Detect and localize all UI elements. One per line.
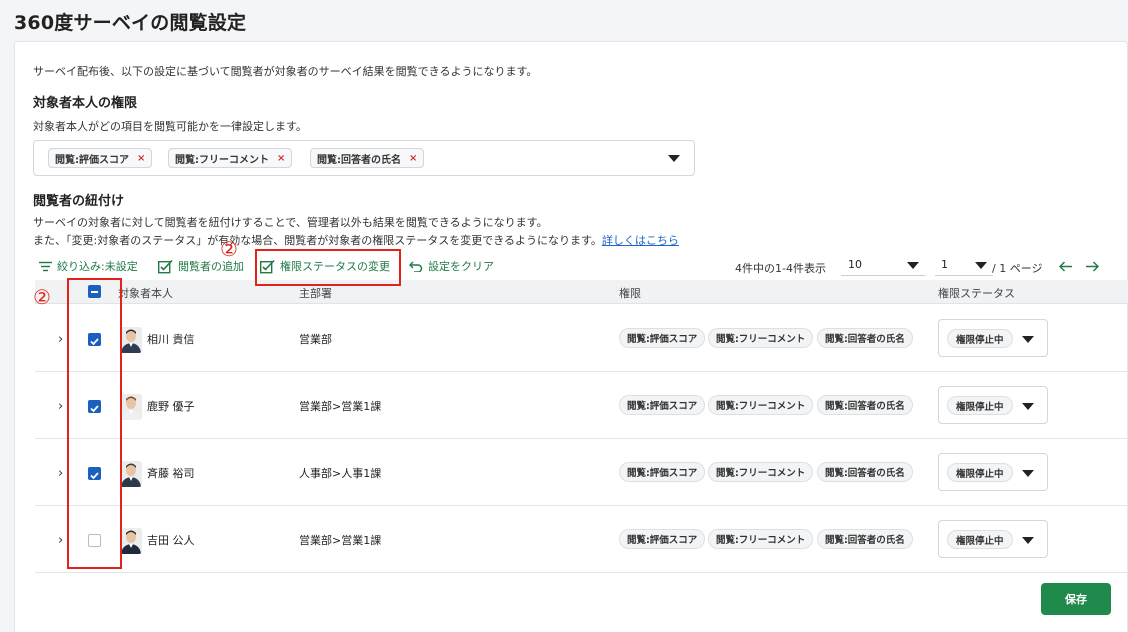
chevron-down-icon[interactable] bbox=[668, 155, 680, 162]
avatar bbox=[120, 394, 142, 420]
permission-badge: 閲覧:評価スコア bbox=[619, 462, 706, 482]
annotation-marker: ② bbox=[33, 285, 51, 309]
clear-settings-button[interactable]: 設定をクリア bbox=[409, 258, 494, 274]
avatar bbox=[120, 528, 142, 554]
table-header: 対象者本人 主部署 権限 権限ステータス bbox=[35, 280, 1128, 304]
subject-dept: 営業部>営業1課 bbox=[299, 400, 382, 413]
permission-badge: 閲覧:回答者の氏名 bbox=[817, 395, 913, 415]
linking-description-1: サーベイの対象者に対して閲覧者を紐付けすることで、管理者以外も結果を閲覧できるよ… bbox=[33, 216, 548, 229]
permission-badge: 閲覧:回答者の氏名 bbox=[817, 529, 913, 549]
page-title: 360度サーベイの閲覧設定 bbox=[14, 12, 247, 34]
filter-icon bbox=[39, 261, 52, 271]
arrow-left-icon[interactable] bbox=[1059, 261, 1073, 272]
highlight-checkboxes bbox=[67, 278, 122, 569]
status-select[interactable]: 権限停止中 bbox=[938, 520, 1048, 558]
remove-chip-icon[interactable]: × bbox=[137, 153, 145, 164]
permission-badge: 閲覧:フリーコメント bbox=[708, 462, 814, 482]
chevron-right-icon[interactable]: › bbox=[58, 332, 63, 347]
permission-chip-respondent: 閲覧:回答者の氏名 × bbox=[310, 148, 425, 168]
settings-card: サーベイ配布後、以下の設定に基づいて閲覧者が対象者のサーベイ結果を閲覧できるよう… bbox=[14, 41, 1128, 632]
column-header-subject[interactable]: 対象者本人 bbox=[118, 285, 173, 301]
status-badge: 権限停止中 bbox=[947, 396, 1013, 415]
permission-badge: 閲覧:フリーコメント bbox=[708, 328, 814, 348]
save-button[interactable]: 保存 bbox=[1041, 583, 1111, 615]
subject-dept: 営業部>営業1課 bbox=[299, 534, 382, 547]
pagination-summary: 4件中の1-4件表示 bbox=[735, 262, 826, 275]
avatar bbox=[120, 461, 142, 487]
chevron-down-icon bbox=[1022, 336, 1034, 343]
permission-badge: 閲覧:フリーコメント bbox=[708, 395, 814, 415]
subject-name: 鹿野 優子 bbox=[147, 400, 195, 413]
remove-chip-icon[interactable]: × bbox=[409, 153, 417, 164]
self-permission-select[interactable]: 閲覧:評価スコア × 閲覧:フリーコメント × 閲覧:回答者の氏名 × bbox=[33, 140, 695, 176]
permission-badge: 閲覧:回答者の氏名 bbox=[817, 328, 913, 348]
table-row: › 吉田 公人 営業部>営業1課 閲覧:評価スコア 閲覧:フリーコメント 閲覧:回答者の氏… bbox=[35, 506, 1128, 573]
undo-icon bbox=[409, 261, 423, 272]
filter-button[interactable]: 絞り込み:未設定 bbox=[39, 258, 138, 274]
status-badge: 権限停止中 bbox=[947, 530, 1013, 549]
subject-name: 相川 貴信 bbox=[147, 333, 195, 346]
page-total: / 1 ページ bbox=[992, 262, 1043, 275]
per-page-select[interactable]: 10 bbox=[841, 254, 925, 276]
chevron-down-icon bbox=[1022, 403, 1034, 410]
status-select[interactable]: 権限停止中 bbox=[938, 319, 1048, 357]
subject-dept: 人事部>人事1課 bbox=[299, 467, 382, 480]
permission-badge: 閲覧:回答者の氏名 bbox=[817, 462, 913, 482]
chevron-down-icon bbox=[975, 262, 987, 269]
chevron-down-icon bbox=[1022, 537, 1034, 544]
column-header-permission[interactable]: 権限 bbox=[619, 285, 641, 301]
permission-badge: 閲覧:評価スコア bbox=[619, 328, 706, 348]
status-select[interactable]: 権限停止中 bbox=[938, 453, 1048, 491]
subject-name: 吉田 公人 bbox=[147, 534, 195, 547]
highlight-change-status bbox=[255, 249, 401, 286]
chevron-down-icon bbox=[907, 262, 919, 269]
table-row: › 鹿野 優子 営業部>営業1課 閲覧:評価スコア 閲覧:フリーコメント 閲覧:回答者の氏… bbox=[35, 372, 1128, 439]
permission-badge: 閲覧:評価スコア bbox=[619, 395, 706, 415]
checklist-icon bbox=[158, 259, 173, 273]
status-badge: 権限停止中 bbox=[947, 329, 1013, 348]
learn-more-link[interactable]: 詳しくはこちら bbox=[602, 234, 679, 247]
chevron-down-icon bbox=[1022, 470, 1034, 477]
table-row: › 斉藤 裕司 人事部>人事1課 閲覧:評価スコア 閲覧:フリーコメント 閲覧:回答者の氏… bbox=[35, 439, 1128, 506]
permission-chip-score: 閲覧:評価スコア × bbox=[48, 148, 153, 168]
permission-badge: 閲覧:フリーコメント bbox=[708, 529, 814, 549]
chevron-right-icon[interactable]: › bbox=[58, 533, 63, 548]
subject-dept: 営業部 bbox=[299, 333, 332, 346]
intro-text: サーベイ配布後、以下の設定に基づいて閲覧者が対象者のサーベイ結果を閲覧できるよう… bbox=[33, 65, 538, 78]
column-header-status[interactable]: 権限ステータス bbox=[938, 285, 1015, 301]
self-permission-title: 対象者本人の権限 bbox=[33, 96, 138, 111]
self-permission-description: 対象者本人がどの項目を閲覧可能かを一律設定します。 bbox=[33, 120, 307, 133]
arrow-right-icon[interactable] bbox=[1085, 261, 1099, 272]
subject-name: 斉藤 裕司 bbox=[147, 467, 195, 480]
annotation-marker: ② bbox=[220, 237, 238, 261]
chevron-right-icon[interactable]: › bbox=[58, 466, 63, 481]
permission-badge: 閲覧:評価スコア bbox=[619, 529, 706, 549]
status-select[interactable]: 権限停止中 bbox=[938, 386, 1048, 424]
status-badge: 権限停止中 bbox=[947, 463, 1013, 482]
permission-chip-comment: 閲覧:フリーコメント × bbox=[168, 148, 293, 168]
table-row: › 相川 貴信 営業部 閲覧:評価スコア 閲覧:フリーコメント 閲覧:回答者の氏名 権限停止… bbox=[35, 305, 1128, 372]
avatar bbox=[120, 327, 142, 353]
page-select[interactable]: 1 bbox=[935, 254, 993, 276]
chevron-right-icon[interactable]: › bbox=[58, 399, 63, 414]
column-header-dept[interactable]: 主部署 bbox=[299, 285, 332, 301]
remove-chip-icon[interactable]: × bbox=[277, 153, 285, 164]
linking-title: 閲覧者の紐付け bbox=[33, 194, 125, 209]
linking-description-2: また、「変更:対象者のステータス」が有効な場合、閲覧者が対象者の権限ステータスを… bbox=[33, 234, 679, 247]
